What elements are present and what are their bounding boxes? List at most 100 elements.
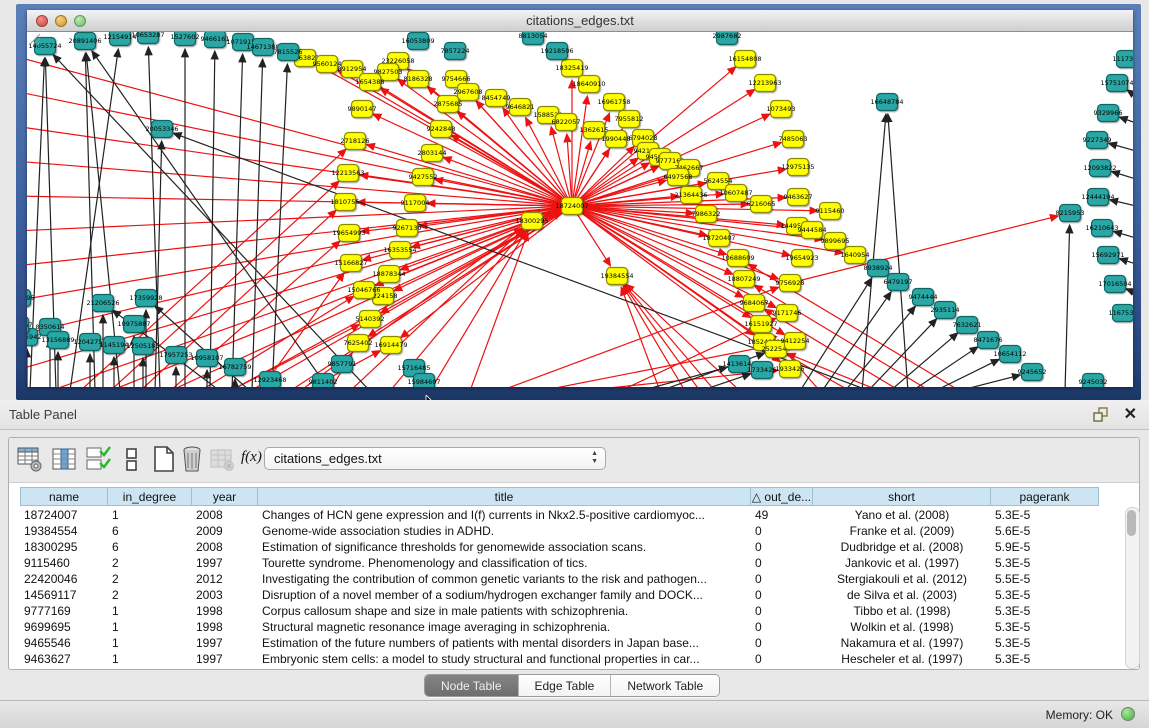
tab-edge-table[interactable]: Edge Table — [519, 675, 612, 696]
graph-node-2803144[interactable]: 2803144 — [418, 145, 447, 162]
cell-year[interactable]: 1997 — [196, 635, 254, 651]
graph-node-9646821[interactable]: 9646821 — [506, 99, 535, 116]
graph-node-19654993[interactable]: 19654993 — [332, 225, 365, 242]
cell-title[interactable]: Estimation of significance thresholds fo… — [262, 539, 747, 555]
cell-in_degree[interactable]: 1 — [112, 635, 188, 651]
citation-graph[interactable]: 1872400718300295193845542322605898275038… — [27, 32, 1133, 387]
column-header-out_de[interactable]: △ out_de... — [751, 487, 813, 506]
cell-name[interactable]: 18724007 — [24, 507, 104, 523]
column-header-year[interactable]: year — [192, 487, 258, 506]
graph-node-18720407[interactable]: 18720407 — [702, 230, 735, 247]
cell-in_degree[interactable]: 1 — [112, 603, 188, 619]
cell-pagerank[interactable]: 5.3E-5 — [995, 603, 1095, 619]
network-window-titlebar[interactable]: citations_edges.txt — [27, 10, 1133, 32]
cell-out_de[interactable]: 0 — [755, 635, 809, 651]
graph-node-1654388[interactable]: 1654388 — [356, 74, 385, 91]
graph-node-12505185[interactable]: 12505185 — [126, 338, 159, 355]
graph-node-19654923[interactable]: 19654923 — [785, 250, 818, 267]
cell-short[interactable]: Tibbo et al. (1998) — [817, 603, 987, 619]
graph-node-16648784[interactable]: 16648784 — [870, 94, 903, 111]
graph-node-18325419[interactable]: 18325419 — [555, 60, 588, 77]
graph-node-9811402[interactable]: 9811402 — [309, 374, 338, 388]
graph-node-9890147[interactable]: 9890147 — [348, 101, 377, 118]
minimize-window-icon[interactable] — [55, 15, 67, 27]
column-header-short[interactable]: short — [813, 487, 991, 506]
cell-out_de[interactable]: 0 — [755, 523, 809, 539]
cell-year[interactable]: 2009 — [196, 523, 254, 539]
column-header-pagerank[interactable]: pagerank — [991, 487, 1099, 506]
cell-pagerank[interactable]: 5.9E-5 — [995, 539, 1095, 555]
table-row[interactable]: 946362711997Embryonic stem cells: a mode… — [14, 651, 1124, 667]
cell-out_de[interactable]: 0 — [755, 619, 809, 635]
graph-node-5140392[interactable]: 5140392 — [356, 311, 385, 328]
table-row[interactable]: 1830029562008Estimation of significance … — [14, 539, 1124, 555]
graph-node-9684067[interactable]: 9684067 — [740, 295, 769, 312]
cell-name[interactable]: 14569117 — [24, 587, 104, 603]
graph-node-12213963[interactable]: 12213963 — [748, 75, 781, 92]
tab-network-table[interactable]: Network Table — [611, 675, 719, 696]
resize-grip-icon[interactable] — [27, 32, 41, 46]
graph-node-9756928[interactable]: 9756928 — [776, 275, 805, 292]
graph-node-12213563[interactable]: 12213563 — [331, 165, 364, 182]
graph-node-9171746[interactable]: 9171746 — [773, 305, 802, 322]
graph-node-6216065[interactable]: 6216065 — [747, 196, 776, 213]
cell-short[interactable]: Franke et al. (2009) — [817, 523, 987, 539]
graph-node-9267130[interactable]: 9267130 — [393, 220, 422, 237]
delete-table-icon[interactable] — [209, 445, 235, 473]
cell-short[interactable]: Stergiakouli et al. (2012) — [817, 571, 987, 587]
graph-node-12093822[interactable]: 12093822 — [1083, 160, 1116, 177]
table-row[interactable]: 1872400712008Changes of HCN gene express… — [14, 507, 1124, 523]
cell-pagerank[interactable]: 5.6E-5 — [995, 523, 1095, 539]
graph-node-7986322[interactable]: 7986322 — [692, 206, 721, 223]
graph-node-8813054[interactable]: 8813054 — [519, 32, 548, 45]
graph-node-10653287[interactable]: 10653287 — [131, 32, 164, 44]
table-mode-icon[interactable] — [125, 445, 139, 473]
close-icon[interactable]: ✕ — [1124, 404, 1137, 424]
graph-node-8215953[interactable]: 8215953 — [1056, 205, 1085, 222]
cell-pagerank[interactable]: 5.3E-5 — [995, 651, 1095, 667]
graph-node-9444584[interactable]: 9444584 — [798, 222, 827, 239]
graph-node-7485063[interactable]: 7485063 — [779, 131, 808, 148]
graph-node-9115460[interactable]: 9115460 — [816, 203, 845, 220]
cell-title[interactable]: Structural magnetic resonance image aver… — [262, 619, 747, 635]
column-header-title[interactable]: title — [258, 487, 751, 506]
column-header-in_degree[interactable]: in_degree — [108, 487, 192, 506]
cell-in_degree[interactable]: 2 — [112, 587, 188, 603]
cell-pagerank[interactable]: 5.5E-5 — [995, 571, 1095, 587]
cell-name[interactable]: 9115460 — [24, 555, 104, 571]
table-row[interactable]: 946554611997Estimation of the future num… — [14, 635, 1124, 651]
graph-node-1933426[interactable]: 1933426 — [776, 361, 805, 378]
graph-node-1167533[interactable]: 1167533 — [1109, 305, 1133, 322]
graph-node-9427552[interactable]: 9427552 — [409, 169, 438, 186]
cell-name[interactable]: 22420046 — [24, 571, 104, 587]
cell-year[interactable]: 2012 — [196, 571, 254, 587]
graph-node-7955812[interactable]: 7955812 — [615, 111, 644, 128]
graph-node-20891406[interactable]: 20891406 — [68, 33, 101, 50]
graph-node-2875685[interactable]: 2875685 — [434, 96, 463, 113]
float-window-icon[interactable] — [1093, 407, 1109, 422]
graph-node-15166827[interactable]: 15166827 — [334, 255, 367, 272]
cell-short[interactable]: Jankovic et al. (1997) — [817, 555, 987, 571]
graph-node-9329966[interactable]: 9329966 — [1094, 105, 1123, 122]
graph-node-6822057[interactable]: 6822057 — [552, 114, 581, 131]
select-columns-icon[interactable] — [51, 445, 77, 473]
graph-node-10688609[interactable]: 10688609 — [721, 250, 754, 267]
graph-node-12975135[interactable]: 12975135 — [781, 159, 814, 176]
cell-title[interactable]: Investigating the contribution of common… — [262, 571, 747, 587]
graph-node-9857791[interactable]: 9857791 — [328, 356, 357, 373]
cell-out_de[interactable]: 49 — [755, 507, 809, 523]
graph-node-9466161[interactable]: 9466161 — [201, 32, 230, 48]
graph-node-9245652[interactable]: 9245652 — [1018, 364, 1047, 381]
cell-name[interactable]: 9699695 — [24, 619, 104, 635]
cell-title[interactable]: Genome-wide association studies in ADHD. — [262, 523, 747, 539]
new-column-icon[interactable] — [151, 445, 177, 473]
graph-node-1145194[interactable]: 1145194 — [100, 337, 129, 354]
cell-in_degree[interactable]: 2 — [112, 555, 188, 571]
cell-short[interactable]: Yano et al. (2008) — [817, 507, 987, 523]
graph-node-21206526[interactable]: 21206526 — [86, 295, 119, 312]
cell-short[interactable]: de Silva et al. (2003) — [817, 587, 987, 603]
cell-title[interactable]: Tourette syndrome. Phenomenology and cla… — [262, 555, 747, 571]
graph-node-1733426[interactable]: 1733426 — [748, 362, 777, 379]
cell-year[interactable]: 2003 — [196, 587, 254, 603]
graph-node-16353554[interactable]: 16353554 — [383, 242, 416, 259]
